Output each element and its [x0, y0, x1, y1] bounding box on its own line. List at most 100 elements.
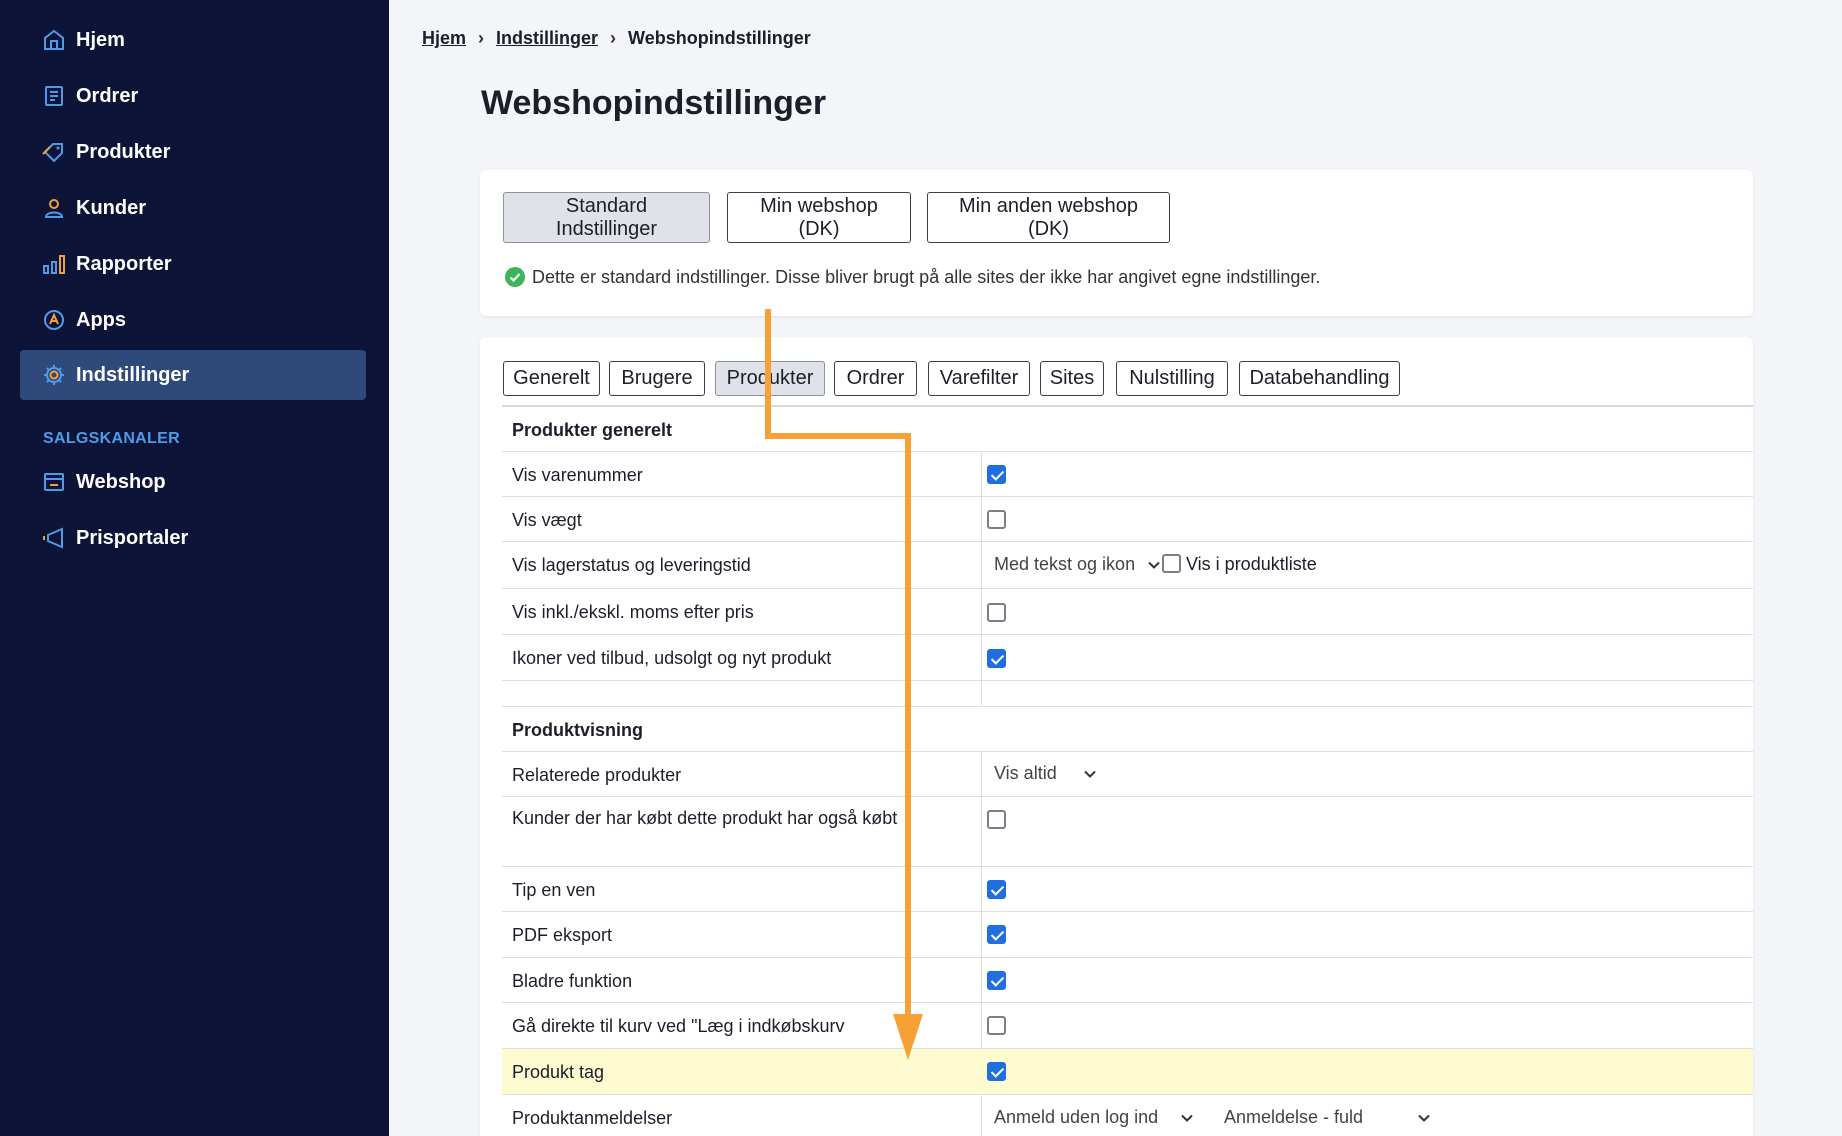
sidebar-item-webshop[interactable]: Webshop — [20, 457, 366, 507]
breadcrumb-link-hjem[interactable]: Hjem — [422, 28, 466, 49]
sidebar-item-label: Rapporter — [76, 252, 172, 275]
settings-row-ikoner: Ikoner ved tilbud, udsolgt og nyt produk… — [502, 635, 1753, 681]
sidebar-item-label: Ordrer — [76, 84, 139, 107]
setting-label: Kunder der har købt dette produkt har og… — [512, 808, 898, 828]
select-value: Vis altid — [994, 763, 1057, 783]
setting-label: Produktanmeldelser — [512, 1108, 673, 1128]
tab-generelt[interactable]: Generelt — [503, 361, 600, 396]
tab-brugere[interactable]: Brugere — [609, 361, 705, 396]
site-info: Dette er standard indstillinger. Disse b… — [504, 266, 1320, 288]
select-value: Anmeldelse - fuld — [1224, 1107, 1364, 1127]
sidebar-section-label: SALGSKANALER — [43, 430, 180, 447]
checkbox-bladre[interactable] — [987, 971, 1006, 990]
checkbox-vis-varenummer[interactable] — [987, 465, 1006, 484]
apps-icon — [42, 308, 66, 332]
tab-sites[interactable]: Sites — [1040, 361, 1104, 396]
settings-row-vis-vaegt: Vis vægt — [502, 497, 1753, 542]
settings-row-vis-varenummer: Vis varenummer — [502, 452, 1753, 497]
tab-databehandling[interactable]: Databehandling — [1239, 361, 1400, 396]
sidebar-item-label: Kunder — [76, 196, 146, 219]
breadcrumb: Hjem › Indstillinger › Webshopindstillin… — [422, 28, 811, 49]
setting-label: PDF eksport — [512, 925, 613, 945]
section-title: Produktvisning — [512, 720, 644, 740]
tab-nulstilling[interactable]: Nulstilling — [1116, 361, 1228, 396]
tab-produkter[interactable]: Produkter — [715, 361, 825, 396]
sidebar-item-label: Apps — [76, 308, 126, 331]
section-header-display: Produktvisning — [502, 707, 1753, 752]
site-button-standard[interactable]: Standard Indstillinger — [503, 192, 710, 243]
setting-label: Tip en ven — [512, 880, 596, 900]
checkbox-vis-vaegt[interactable] — [987, 510, 1006, 529]
setting-label: Relaterede produkter — [512, 765, 682, 785]
sidebar-item-kunder[interactable]: Kunder — [20, 183, 366, 233]
checkbox-vis-i-produktliste[interactable] — [1162, 554, 1181, 573]
sidebar-item-label: Produkter — [76, 140, 171, 163]
select-value: Anmeld uden log ind — [994, 1107, 1159, 1127]
gear-icon — [42, 363, 66, 387]
settings-row-relaterede: Relaterede produkter Vis altid — [502, 752, 1753, 797]
section-spacer — [502, 681, 1753, 707]
bar-chart-icon — [42, 252, 66, 276]
checkbox-label: Vis i produktliste — [1186, 554, 1317, 574]
breadcrumb-current: Webshopindstillinger — [628, 28, 811, 48]
sidebar-item-hjem[interactable]: Hjem — [20, 15, 366, 65]
settings-row-tip-en-ven: Tip en ven — [502, 867, 1753, 912]
setting-label: Vis lagerstatus og leveringstid — [512, 555, 751, 575]
settings-row-produkt-tag: Produkt tag — [502, 1049, 1753, 1095]
tab-ordrer[interactable]: Ordrer — [834, 361, 917, 396]
chevron-right-icon: › — [478, 28, 485, 48]
checkbox-vis-moms[interactable] — [987, 603, 1006, 622]
checkbox-kunder-har-koebt[interactable] — [987, 810, 1006, 829]
checkbox-ikoner[interactable] — [987, 649, 1006, 668]
setting-label: Vis varenummer — [512, 465, 643, 485]
chevron-down-icon — [1181, 1114, 1193, 1122]
tag-icon — [42, 140, 66, 164]
site-button-min-anden-webshop[interactable]: Min anden webshop (DK) — [927, 192, 1170, 243]
select-lagerstatus[interactable]: Med tekst og ikon — [994, 554, 1161, 575]
select-value: Med tekst og ikon — [994, 554, 1136, 574]
sidebar-item-apps[interactable]: Apps — [20, 295, 366, 345]
webshop-icon — [42, 470, 66, 494]
sidebar: Hjem Ordrer Produkter Kunder Rapporter A… — [0, 0, 389, 1136]
chevron-down-icon — [1083, 770, 1096, 778]
setting-label: Ikoner ved tilbud, udsolgt og nyt produk… — [512, 648, 832, 668]
checkbox-tip-en-ven[interactable] — [987, 880, 1006, 899]
page-title: Webshopindstillinger — [481, 84, 827, 122]
tab-varefilter[interactable]: Varefilter — [928, 361, 1030, 396]
checkbox-pdf-eksport[interactable] — [987, 925, 1006, 944]
section-header-general: Produkter generelt — [502, 407, 1753, 452]
sidebar-item-prisportaler[interactable]: Prisportaler — [20, 513, 366, 563]
sidebar-item-label: Hjem — [76, 28, 125, 51]
chevron-down-icon — [1148, 561, 1160, 569]
orders-icon — [42, 84, 66, 108]
checkbox-produkt-tag[interactable] — [987, 1062, 1006, 1081]
select-anmeldelse-type[interactable]: Anmeldelse - fuld — [1224, 1107, 1431, 1128]
section-title: Produkter generelt — [512, 420, 673, 440]
sidebar-item-ordrer[interactable]: Ordrer — [20, 71, 366, 121]
select-anmeldelse-login[interactable]: Anmeld uden log ind — [994, 1107, 1194, 1128]
settings-row-bladre: Bladre funktion — [502, 958, 1753, 1003]
site-info-text: Dette er standard indstillinger. Disse b… — [532, 266, 1321, 287]
sidebar-item-label: Prisportaler — [76, 526, 189, 549]
setting-label: Gå direkte til kurv ved "Læg i indkøbsku… — [512, 1016, 845, 1036]
sidebar-item-label: Indstillinger — [76, 363, 190, 386]
select-relaterede[interactable]: Vis altid — [994, 763, 1097, 784]
setting-label: Produkt tag — [512, 1062, 605, 1082]
checkbox-gaa-direkte[interactable] — [987, 1016, 1006, 1035]
settings-card: Generelt Brugere Produkter Ordrer Varefi… — [480, 337, 1753, 1136]
setting-label: Bladre funktion — [512, 971, 633, 991]
sidebar-item-produkter[interactable]: Produkter — [20, 127, 366, 177]
settings-row-pdf-eksport: PDF eksport — [502, 912, 1753, 958]
home-icon — [42, 28, 66, 52]
chevron-right-icon: › — [610, 28, 617, 48]
sidebar-item-rapporter[interactable]: Rapporter — [20, 239, 366, 289]
settings-row-vis-moms: Vis inkl./ekskl. moms efter pris — [502, 589, 1753, 635]
settings-row-vis-lagerstatus: Vis lagerstatus og leveringstid Med teks… — [502, 542, 1753, 589]
site-button-min-webshop[interactable]: Min webshop (DK) — [727, 192, 911, 243]
setting-label: Vis vægt — [512, 510, 582, 530]
megaphone-icon — [42, 526, 66, 550]
breadcrumb-link-indstillinger[interactable]: Indstillinger — [496, 28, 598, 49]
sidebar-item-indstillinger[interactable]: Indstillinger — [20, 350, 366, 400]
setting-label: Vis inkl./ekskl. moms efter pris — [512, 602, 754, 622]
chevron-down-icon — [1418, 1114, 1430, 1122]
